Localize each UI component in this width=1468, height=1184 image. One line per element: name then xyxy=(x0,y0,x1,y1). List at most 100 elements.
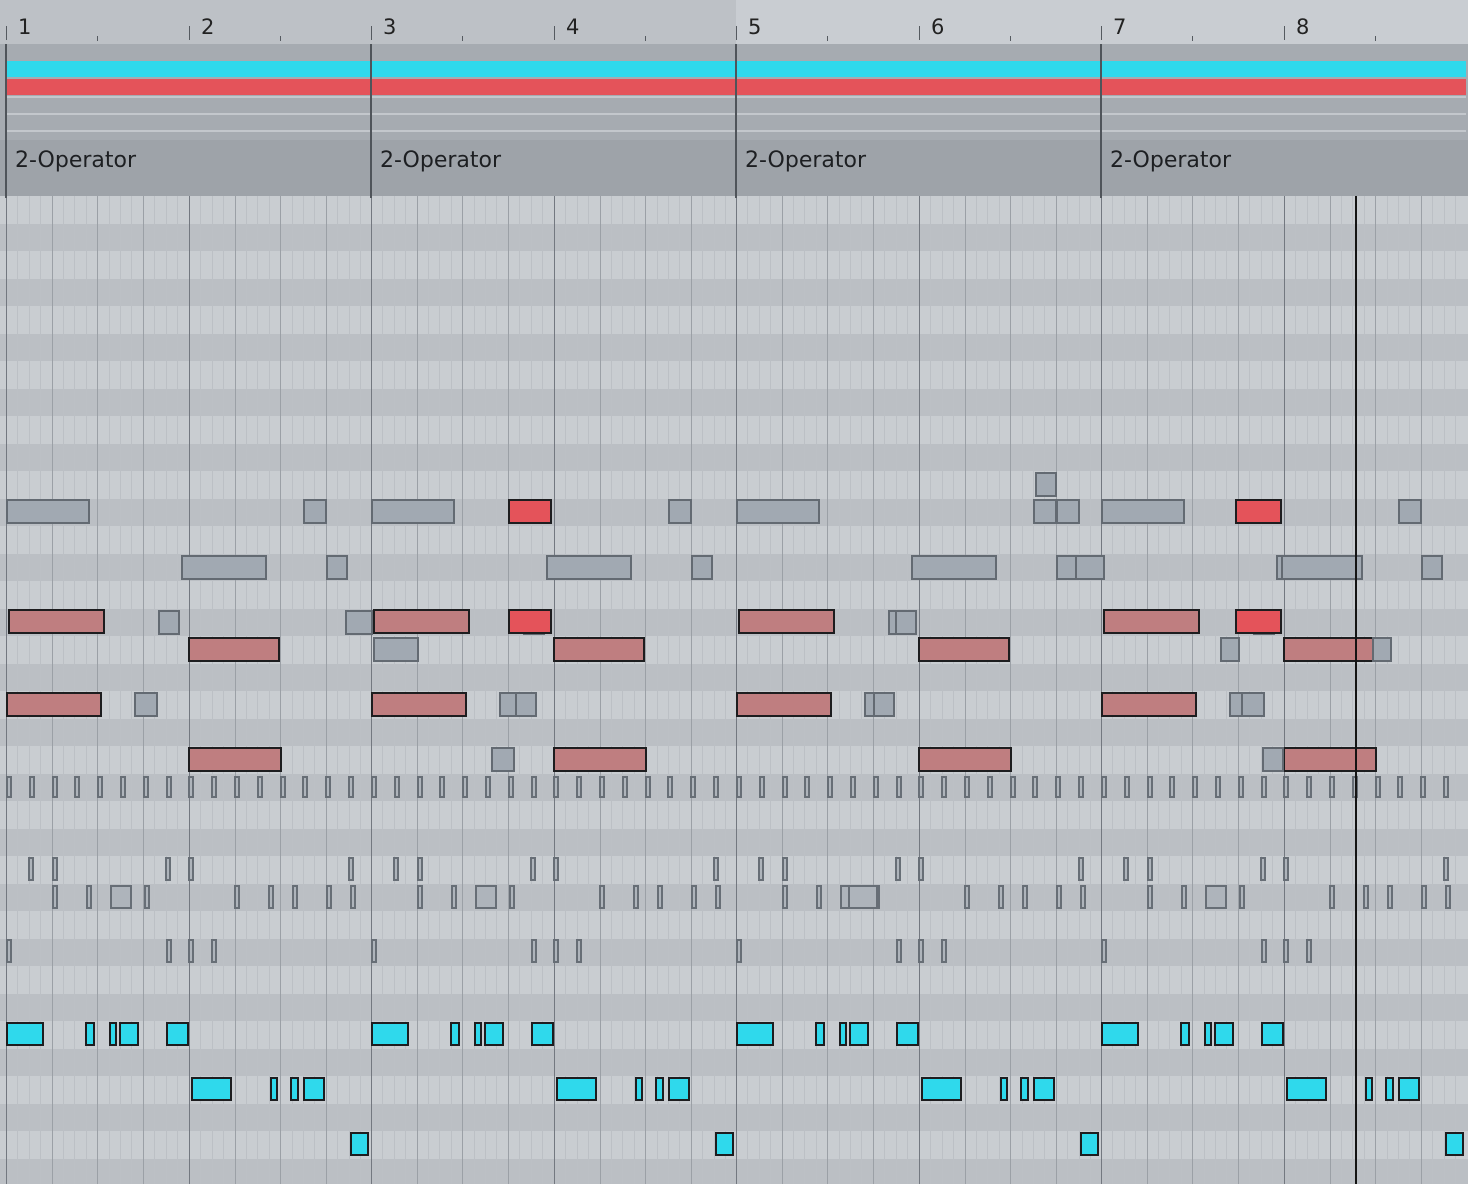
midi-note[interactable] xyxy=(509,885,515,909)
midi-note[interactable] xyxy=(896,1022,919,1046)
midi-note[interactable] xyxy=(964,885,970,909)
midi-note[interactable] xyxy=(918,857,924,881)
midi-note[interactable] xyxy=(484,1022,504,1046)
midi-note[interactable] xyxy=(668,499,692,524)
midi-note[interactable] xyxy=(1281,555,1363,580)
midi-note[interactable] xyxy=(1445,1132,1464,1156)
midi-note[interactable] xyxy=(850,776,856,798)
midi-note[interactable] xyxy=(188,637,280,662)
midi-note[interactable] xyxy=(8,609,105,634)
midi-note[interactable] xyxy=(515,692,537,717)
midi-note[interactable] xyxy=(52,885,58,909)
midi-note[interactable] xyxy=(417,885,423,909)
midi-note[interactable] xyxy=(530,857,536,881)
midi-note[interactable] xyxy=(325,776,331,798)
midi-note[interactable] xyxy=(6,939,12,963)
midi-note[interactable] xyxy=(736,1022,774,1046)
midi-note[interactable] xyxy=(1372,637,1392,662)
midi-note[interactable] xyxy=(1421,555,1443,580)
midi-note[interactable] xyxy=(1262,747,1284,772)
midi-note[interactable] xyxy=(782,857,788,881)
midi-note[interactable] xyxy=(896,939,902,963)
midi-note[interactable] xyxy=(28,857,34,881)
midi-note[interactable] xyxy=(827,776,833,798)
midi-note[interactable] xyxy=(1204,1022,1212,1046)
midi-note[interactable] xyxy=(1103,609,1200,634)
midi-note[interactable] xyxy=(462,776,468,798)
midi-note[interactable] xyxy=(303,499,327,524)
midi-note[interactable] xyxy=(451,885,457,909)
midi-note[interactable] xyxy=(921,1077,962,1101)
midi-note[interactable] xyxy=(987,776,993,798)
midi-note[interactable] xyxy=(1078,857,1084,881)
midi-note[interactable] xyxy=(134,692,158,717)
midi-note[interactable] xyxy=(119,1022,139,1046)
midi-note[interactable] xyxy=(1398,499,1422,524)
midi-note[interactable] xyxy=(6,499,90,524)
midi-note[interactable] xyxy=(1261,939,1267,963)
midi-note[interactable] xyxy=(166,1022,189,1046)
midi-note[interactable] xyxy=(1306,776,1312,798)
midi-note[interactable] xyxy=(394,776,400,798)
midi-note[interactable] xyxy=(918,939,924,963)
midi-note[interactable] xyxy=(257,776,263,798)
midi-note[interactable] xyxy=(1445,885,1451,909)
midi-note[interactable] xyxy=(302,776,308,798)
midi-note[interactable] xyxy=(1214,1022,1234,1046)
midi-note[interactable] xyxy=(1101,939,1107,963)
midi-note[interactable] xyxy=(348,776,354,798)
midi-note[interactable] xyxy=(553,747,647,772)
midi-note[interactable] xyxy=(782,885,788,909)
midi-note[interactable] xyxy=(1385,1077,1394,1101)
midi-note[interactable] xyxy=(1239,885,1245,909)
midi-note[interactable] xyxy=(736,499,820,524)
clip-title[interactable]: 2-Operator xyxy=(15,148,136,173)
midi-note[interactable] xyxy=(439,776,445,798)
midi-note[interactable] xyxy=(165,857,171,881)
midi-note[interactable] xyxy=(816,885,822,909)
midi-note[interactable] xyxy=(1055,776,1061,798)
midi-note[interactable] xyxy=(326,555,348,580)
midi-note[interactable] xyxy=(576,939,582,963)
midi-note[interactable] xyxy=(1147,885,1153,909)
midi-note[interactable] xyxy=(848,885,878,909)
midi-note[interactable] xyxy=(280,776,286,798)
midi-note[interactable] xyxy=(576,776,582,798)
midi-note[interactable] xyxy=(158,610,180,635)
midi-note[interactable] xyxy=(690,776,696,798)
midi-note[interactable] xyxy=(211,939,217,963)
midi-note[interactable] xyxy=(188,939,194,963)
midi-note[interactable] xyxy=(1192,776,1198,798)
midi-note[interactable] xyxy=(668,1077,690,1101)
midi-note[interactable] xyxy=(1147,857,1153,881)
midi-note[interactable] xyxy=(553,857,559,881)
midi-note[interactable] xyxy=(74,776,80,798)
midi-note[interactable] xyxy=(86,885,92,909)
midi-note[interactable] xyxy=(1123,857,1129,881)
midi-note[interactable] xyxy=(1329,776,1335,798)
midi-note[interactable] xyxy=(715,1132,734,1156)
clip-title[interactable]: 2-Operator xyxy=(1110,148,1231,173)
midi-note[interactable] xyxy=(1101,692,1197,717)
midi-note[interactable] xyxy=(1387,885,1393,909)
midi-note[interactable] xyxy=(1443,776,1449,798)
midi-note[interactable] xyxy=(1010,776,1016,798)
midi-note[interactable] xyxy=(371,776,377,798)
midi-note[interactable] xyxy=(270,1077,278,1101)
midi-note[interactable] xyxy=(1235,609,1282,634)
midi-note[interactable] xyxy=(553,637,645,662)
midi-note[interactable] xyxy=(1329,885,1335,909)
midi-note[interactable] xyxy=(736,939,742,963)
midi-note[interactable] xyxy=(6,776,12,798)
midi-note[interactable] xyxy=(1398,1077,1420,1101)
midi-note[interactable] xyxy=(918,747,1012,772)
midi-note[interactable] xyxy=(109,1022,117,1046)
midi-note[interactable] xyxy=(485,776,491,798)
midi-note[interactable] xyxy=(1365,1077,1373,1101)
midi-note[interactable] xyxy=(1241,692,1265,717)
midi-note[interactable] xyxy=(1033,1077,1055,1101)
midi-note[interactable] xyxy=(815,1022,825,1046)
midi-note[interactable] xyxy=(1080,1132,1099,1156)
midi-note[interactable] xyxy=(713,776,719,798)
midi-note[interactable] xyxy=(1283,747,1377,772)
